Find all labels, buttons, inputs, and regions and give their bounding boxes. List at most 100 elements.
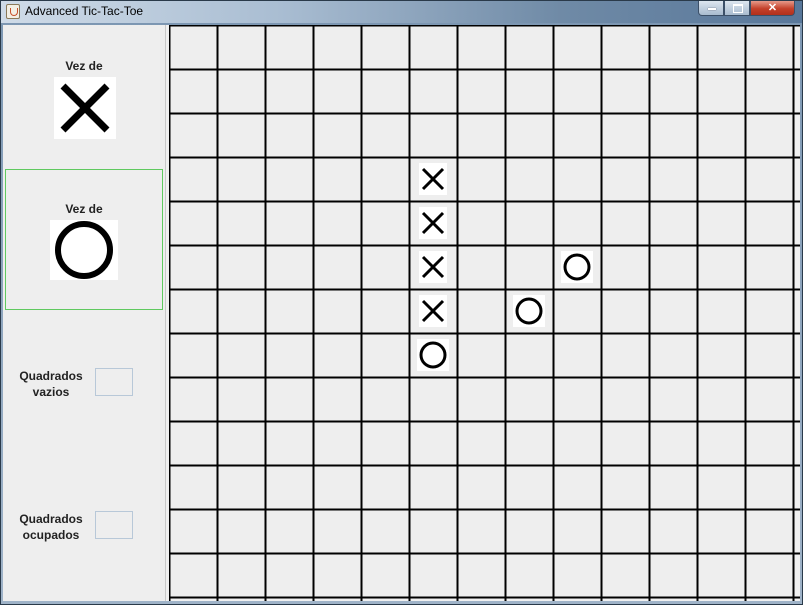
- board-cell[interactable]: [698, 70, 744, 112]
- board-cell[interactable]: [458, 422, 504, 464]
- board-cell[interactable]: [746, 26, 792, 68]
- board-cell[interactable]: [410, 246, 456, 288]
- board-cell[interactable]: [218, 554, 264, 596]
- board-cell[interactable]: [170, 70, 216, 112]
- board-cell[interactable]: [602, 334, 648, 376]
- board-cell[interactable]: [602, 466, 648, 508]
- board-cell[interactable]: [602, 202, 648, 244]
- board-cell[interactable]: [458, 26, 504, 68]
- board-cell[interactable]: [602, 246, 648, 288]
- board-cell[interactable]: [266, 378, 312, 420]
- board-cell[interactable]: [266, 158, 312, 200]
- board-cell[interactable]: [650, 290, 696, 332]
- board-cell[interactable]: [554, 378, 600, 420]
- board-cell[interactable]: [650, 334, 696, 376]
- board-cell[interactable]: [314, 158, 360, 200]
- java-app-icon[interactable]: [6, 4, 20, 19]
- board-cell[interactable]: [554, 466, 600, 508]
- board-cell[interactable]: [218, 114, 264, 156]
- board-cell[interactable]: [698, 510, 744, 552]
- board-cell[interactable]: [746, 554, 792, 596]
- board-cell[interactable]: [218, 26, 264, 68]
- board-cell[interactable]: [602, 26, 648, 68]
- board-cell[interactable]: [410, 202, 456, 244]
- board-cell[interactable]: [410, 422, 456, 464]
- board-cell[interactable]: [410, 70, 456, 112]
- board-cell[interactable]: [506, 114, 552, 156]
- board-cell[interactable]: [554, 554, 600, 596]
- board-cell[interactable]: [650, 422, 696, 464]
- board-cell[interactable]: [602, 70, 648, 112]
- board-cell[interactable]: [410, 334, 456, 376]
- board-cell[interactable]: [458, 510, 504, 552]
- board-cell[interactable]: [266, 290, 312, 332]
- board-cell[interactable]: [458, 334, 504, 376]
- board-cell[interactable]: [602, 378, 648, 420]
- board-cell[interactable]: [506, 158, 552, 200]
- board-cell[interactable]: [218, 246, 264, 288]
- board-cell[interactable]: [314, 202, 360, 244]
- board-cell[interactable]: [554, 114, 600, 156]
- close-button[interactable]: ✕: [750, 1, 795, 16]
- board-cell[interactable]: [746, 158, 792, 200]
- board-cell[interactable]: [506, 554, 552, 596]
- board-cell[interactable]: [650, 158, 696, 200]
- board-cell[interactable]: [170, 378, 216, 420]
- board-cell[interactable]: [554, 202, 600, 244]
- board-grid[interactable]: [169, 25, 800, 601]
- board-cell[interactable]: [314, 378, 360, 420]
- empty-squares-field[interactable]: [95, 368, 133, 396]
- board-cell[interactable]: [170, 246, 216, 288]
- board-cell[interactable]: [698, 158, 744, 200]
- board-cell[interactable]: [602, 422, 648, 464]
- board-cell[interactable]: [362, 554, 408, 596]
- board-cell[interactable]: [554, 510, 600, 552]
- board-cell[interactable]: [650, 510, 696, 552]
- board-cell[interactable]: [602, 290, 648, 332]
- board-cell[interactable]: [410, 114, 456, 156]
- board-cell[interactable]: [170, 466, 216, 508]
- board-cell[interactable]: [314, 334, 360, 376]
- board-cell[interactable]: [362, 378, 408, 420]
- board-cell[interactable]: [218, 466, 264, 508]
- board-cell[interactable]: [362, 70, 408, 112]
- board-cell[interactable]: [314, 114, 360, 156]
- board-cell[interactable]: [746, 378, 792, 420]
- board-cell[interactable]: [506, 246, 552, 288]
- board-cell[interactable]: [266, 554, 312, 596]
- board-cell[interactable]: [314, 246, 360, 288]
- board-cell[interactable]: [410, 466, 456, 508]
- board-cell[interactable]: [362, 290, 408, 332]
- board-cell[interactable]: [218, 334, 264, 376]
- board-cell[interactable]: [506, 202, 552, 244]
- board-cell[interactable]: [554, 158, 600, 200]
- board-cell[interactable]: [698, 378, 744, 420]
- board-cell[interactable]: [218, 510, 264, 552]
- board-cell[interactable]: [170, 202, 216, 244]
- board-cell[interactable]: [506, 422, 552, 464]
- board-cell[interactable]: [266, 422, 312, 464]
- maximize-button[interactable]: [724, 1, 750, 16]
- board-cell[interactable]: [554, 422, 600, 464]
- board-cell[interactable]: [554, 290, 600, 332]
- board-cell[interactable]: [698, 334, 744, 376]
- board-cell[interactable]: [218, 70, 264, 112]
- board-cell[interactable]: [506, 466, 552, 508]
- board-cell[interactable]: [698, 554, 744, 596]
- board-cell[interactable]: [410, 378, 456, 420]
- board-cell[interactable]: [506, 70, 552, 112]
- board-cell[interactable]: [458, 290, 504, 332]
- board-cell[interactable]: [746, 70, 792, 112]
- board-cell[interactable]: [650, 378, 696, 420]
- board-cell[interactable]: [650, 70, 696, 112]
- board-cell[interactable]: [266, 202, 312, 244]
- board-cell[interactable]: [362, 26, 408, 68]
- board-cell[interactable]: [410, 554, 456, 596]
- board-cell[interactable]: [746, 202, 792, 244]
- board-cell[interactable]: [314, 554, 360, 596]
- board-cell[interactable]: [266, 114, 312, 156]
- board-cell[interactable]: [266, 26, 312, 68]
- board-cell[interactable]: [746, 466, 792, 508]
- board-cell[interactable]: [170, 554, 216, 596]
- board-cell[interactable]: [650, 554, 696, 596]
